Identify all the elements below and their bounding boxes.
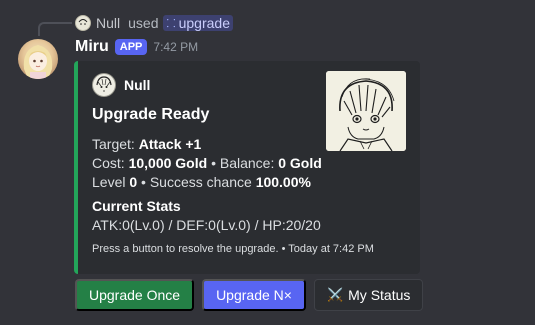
message-header: Miru APP 7:42 PM [75, 37, 198, 57]
embed-thumbnail[interactable] [326, 71, 406, 151]
level-line: Level 0 • Success chance 100.00% [92, 173, 322, 192]
app-badge: APP [114, 39, 148, 55]
crossed-swords-icon: ⚔️ [326, 287, 344, 302]
upgrade-once-button[interactable]: Upgrade Once [75, 279, 195, 311]
slash-command-icon: ⸬ [166, 17, 176, 30]
separator-dot: • [281, 243, 286, 255]
upgrade-embed: Null Upgrade Ready Target: Attack +1 Cos… [74, 61, 420, 274]
embed-footer: Press a button to resolve the upgrade. •… [92, 243, 374, 255]
bot-username[interactable]: Miru [75, 38, 109, 56]
level-value: 0 [129, 174, 138, 190]
sketch-face-icon [78, 19, 88, 25]
cost-label: Cost: [92, 155, 125, 171]
slash-command-mention[interactable]: ⸬ upgrade [163, 15, 233, 31]
anime-girl-avatar-icon [23, 45, 53, 79]
level-label: Level [92, 174, 126, 190]
reply-used-text: used [128, 15, 159, 31]
field-value-stats: ATK:0(Lv.0) / DEF:0(Lv.0) / HP:20/20 [92, 217, 321, 233]
footer-timestamp: Today at 7:42 PM [288, 243, 374, 255]
sketch-face-icon [96, 76, 112, 92]
command-name: upgrade [178, 15, 230, 31]
upgrade-n-button[interactable]: Upgrade N× [202, 279, 306, 311]
balance-value: 0 Gold [278, 155, 322, 171]
my-status-button[interactable]: ⚔️ My Status [313, 279, 424, 311]
success-label: Success chance [149, 174, 252, 190]
target-line: Target: Attack +1 [92, 135, 322, 154]
my-status-label: My Status [348, 287, 411, 303]
reply-spine [38, 22, 72, 36]
success-value: 100.00% [255, 174, 311, 190]
embed-description: Target: Attack +1 Cost: 10,000 Gold • Ba… [92, 135, 322, 192]
cost-value: 10,000 Gold [128, 155, 208, 171]
action-row: Upgrade Once Upgrade N× ⚔️ My Status [75, 279, 424, 311]
reply-username[interactable]: Null [96, 15, 120, 31]
bot-avatar[interactable] [18, 39, 58, 79]
field-title-current-stats: Current Stats [92, 198, 181, 214]
target-value: Attack +1 [138, 136, 202, 152]
cost-line: Cost: 10,000 Gold • Balance: 0 Gold [92, 154, 322, 173]
embed-author: Null [92, 73, 150, 97]
separator-dot: • [141, 174, 146, 190]
separator-dot: • [211, 155, 216, 171]
embed-author-name: Null [124, 77, 151, 93]
footer-text: Press a button to resolve the upgrade. [92, 243, 279, 255]
balance-label: Balance: [219, 155, 275, 171]
reply-context[interactable]: Null used ⸬ upgrade [75, 13, 233, 33]
target-label: Target: [92, 136, 135, 152]
message-timestamp[interactable]: 7:42 PM [153, 40, 198, 54]
reply-avatar[interactable] [75, 15, 91, 31]
embed-title: Upgrade Ready [92, 106, 210, 123]
sketch-character-thumbnail-icon [326, 71, 406, 151]
embed-author-avatar [92, 73, 116, 97]
